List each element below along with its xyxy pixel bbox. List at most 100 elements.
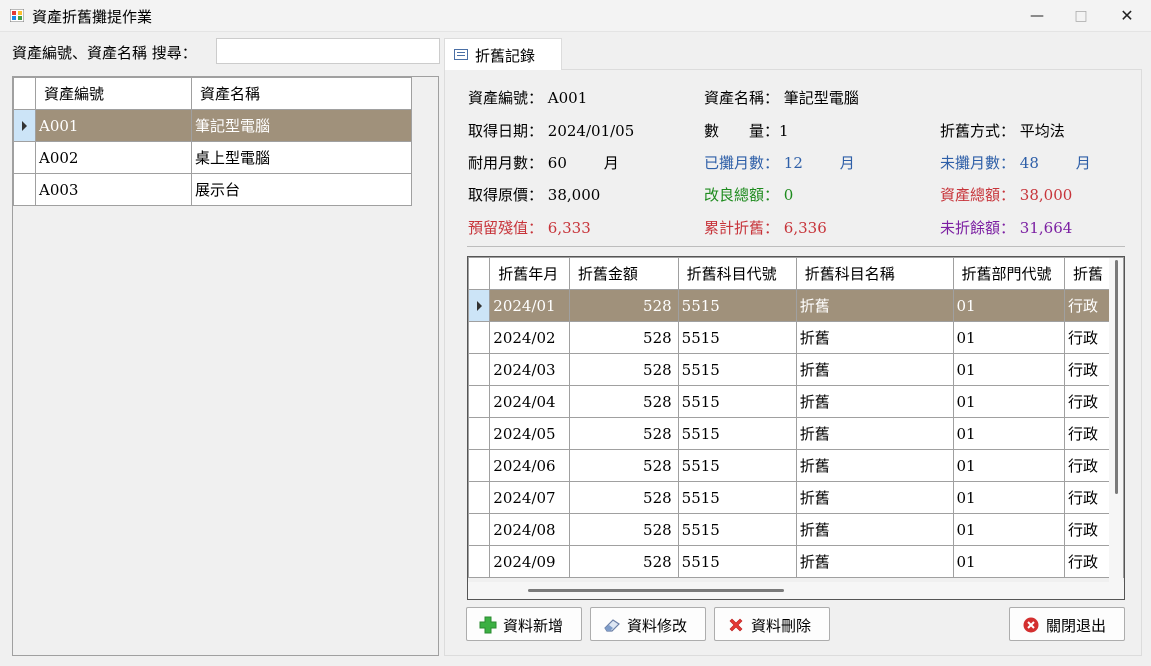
search-label: 資產編號、資產名稱 搜尋： [12, 44, 197, 62]
delete-button[interactable]: 資料刪除 [714, 607, 830, 641]
cell-dep-month[interactable]: 2024/07 [489, 481, 570, 514]
col-dept-code[interactable]: 折舊部門代號 [952, 257, 1065, 290]
cell-dept-code[interactable]: 01 [952, 449, 1065, 482]
table-row[interactable]: 2024/08 528 5515 折舊 01 行政 [468, 513, 1124, 546]
cell-dep-amount[interactable]: 528 [568, 481, 679, 514]
depreciation-table: 折舊年月 折舊金額 折舊科目代號 折舊科目名稱 折舊部門代號 折舊 2024/0… [468, 257, 1124, 578]
table-row[interactable]: 2024/09 528 5515 折舊 01 行政 [468, 545, 1124, 578]
col-dep-month[interactable]: 折舊年月 [489, 257, 570, 290]
maximize-button[interactable]: □ [1058, 0, 1104, 32]
table-row[interactable]: 2024/07 528 5515 折舊 01 行政 [468, 481, 1124, 514]
label: 資產名稱： [704, 89, 780, 107]
cell-acct-name[interactable]: 折舊 [795, 385, 954, 418]
cell-dep-month[interactable]: 2024/01 [489, 289, 570, 322]
table-row[interactable]: 2024/02 528 5515 折舊 01 行政 [468, 321, 1124, 354]
col-dep-amount[interactable]: 折舊金額 [568, 257, 679, 290]
col-acct-code[interactable]: 折舊科目代號 [677, 257, 797, 290]
cell-acct-code[interactable]: 5515 [677, 289, 797, 322]
close-circle-icon [1023, 617, 1039, 633]
info-accum: 累計折舊： 6,336 [704, 217, 827, 238]
cell-dep-month[interactable]: 2024/06 [489, 449, 570, 482]
cell-acct-name[interactable]: 折舊 [795, 417, 954, 450]
value: 6,336 [783, 219, 827, 237]
minimize-button[interactable]: — [1014, 0, 1060, 32]
cell-acct-code[interactable]: 5515 [677, 417, 797, 450]
add-button[interactable]: 資料新增 [466, 607, 582, 641]
cell-asset-name[interactable]: 桌上型電腦 [191, 141, 412, 174]
cell-asset-no[interactable]: A003 [35, 173, 192, 206]
cell-dep-month[interactable]: 2024/04 [489, 385, 570, 418]
cell-asset-name[interactable]: 筆記型電腦 [191, 109, 412, 142]
cell-dep-month[interactable]: 2024/02 [489, 321, 570, 354]
table-row[interactable]: 2024/01 528 5515 折舊 01 行政 [468, 289, 1124, 322]
col-acct-name[interactable]: 折舊科目名稱 [795, 257, 954, 290]
cell-acct-code[interactable]: 5515 [677, 513, 797, 546]
cell-acct-name[interactable]: 折舊 [795, 321, 954, 354]
close-window-button[interactable]: ✕ [1104, 0, 1150, 32]
scroll-thumb[interactable] [1115, 260, 1118, 494]
cell-dep-amount[interactable]: 528 [568, 417, 679, 450]
cell-dept-code[interactable]: 01 [952, 545, 1065, 578]
cell-dep-month[interactable]: 2024/09 [489, 545, 570, 578]
cell-acct-name[interactable]: 折舊 [795, 513, 954, 546]
close-button[interactable]: 關閉退出 [1009, 607, 1125, 641]
cell-dep-amount[interactable]: 528 [568, 353, 679, 386]
cell-dep-amount[interactable]: 528 [568, 385, 679, 418]
dep-header-row: 折舊年月 折舊金額 折舊科目代號 折舊科目名稱 折舊部門代號 折舊 [468, 257, 1124, 290]
tab-dep-records[interactable]: 折舊記錄 [444, 38, 562, 70]
col-asset-name[interactable]: 資產名稱 [191, 77, 412, 110]
cell-acct-name[interactable]: 折舊 [795, 289, 954, 322]
cell-dep-amount[interactable]: 528 [568, 449, 679, 482]
cell-acct-name[interactable]: 折舊 [795, 449, 954, 482]
cell-dept-code[interactable]: 01 [952, 289, 1065, 322]
value: 12 [783, 154, 803, 172]
table-row[interactable]: A003 展示台 [13, 173, 412, 206]
info-life: 耐用月數： 60 月 [468, 152, 619, 173]
cell-dep-amount[interactable]: 528 [568, 321, 679, 354]
cell-dept-code[interactable]: 01 [952, 481, 1065, 514]
scroll-thumb[interactable] [528, 589, 784, 592]
cell-acct-code[interactable]: 5515 [677, 545, 797, 578]
cell-dept-code[interactable]: 01 [952, 353, 1065, 386]
title-bar: 資產折舊攤提作業 — □ ✕ [0, 0, 1151, 32]
cell-asset-name[interactable]: 展示台 [191, 173, 412, 206]
asset-grid[interactable]: 資產編號 資產名稱 A001 筆記型電腦 A002 桌上型電腦 A003 展示台 [12, 76, 439, 656]
cell-acct-name[interactable]: 折舊 [795, 481, 954, 514]
cell-dept-code[interactable]: 01 [952, 513, 1065, 546]
row-indicator [468, 289, 491, 322]
cell-asset-no[interactable]: A002 [35, 141, 192, 174]
table-row[interactable]: 2024/04 528 5515 折舊 01 行政 [468, 385, 1124, 418]
cell-dept-code[interactable]: 01 [952, 417, 1065, 450]
cell-dept-code[interactable]: 01 [952, 385, 1065, 418]
search-input[interactable] [216, 38, 440, 64]
horizontal-scrollbar[interactable] [468, 582, 1124, 599]
cell-dep-month[interactable]: 2024/08 [489, 513, 570, 546]
table-row[interactable]: A001 筆記型電腦 [13, 109, 412, 142]
cell-dep-month[interactable]: 2024/05 [489, 417, 570, 450]
table-row[interactable]: 2024/06 528 5515 折舊 01 行政 [468, 449, 1124, 482]
cell-asset-no[interactable]: A001 [35, 109, 192, 142]
cell-acct-name[interactable]: 折舊 [795, 545, 954, 578]
app-icon [10, 9, 24, 22]
vertical-scrollbar[interactable] [1109, 258, 1123, 582]
table-row[interactable]: 2024/03 528 5515 折舊 01 行政 [468, 353, 1124, 386]
cell-acct-code[interactable]: 5515 [677, 481, 797, 514]
edit-button[interactable]: 資料修改 [590, 607, 706, 641]
cell-dep-amount[interactable]: 528 [568, 289, 679, 322]
table-row[interactable]: 2024/05 528 5515 折舊 01 行政 [468, 417, 1124, 450]
cell-dep-amount[interactable]: 528 [568, 513, 679, 546]
cell-dep-month[interactable]: 2024/03 [489, 353, 570, 386]
cell-dept-code[interactable]: 01 [952, 321, 1065, 354]
cell-acct-code[interactable]: 5515 [677, 385, 797, 418]
col-asset-no[interactable]: 資產編號 [35, 77, 192, 110]
cell-acct-code[interactable]: 5515 [677, 321, 797, 354]
cell-acct-code[interactable]: 5515 [677, 353, 797, 386]
table-row[interactable]: A002 桌上型電腦 [13, 141, 412, 174]
info-amortized: 已攤月數： 12 月 [704, 152, 855, 173]
cell-dep-amount[interactable]: 528 [568, 545, 679, 578]
cell-acct-code[interactable]: 5515 [677, 449, 797, 482]
depreciation-grid[interactable]: 折舊年月 折舊金額 折舊科目代號 折舊科目名稱 折舊部門代號 折舊 2024/0… [467, 256, 1125, 600]
cell-acct-name[interactable]: 折舊 [795, 353, 954, 386]
window-title: 資產折舊攤提作業 [32, 8, 153, 26]
info-acq-date: 取得日期： 2024/01/05 [468, 120, 634, 141]
